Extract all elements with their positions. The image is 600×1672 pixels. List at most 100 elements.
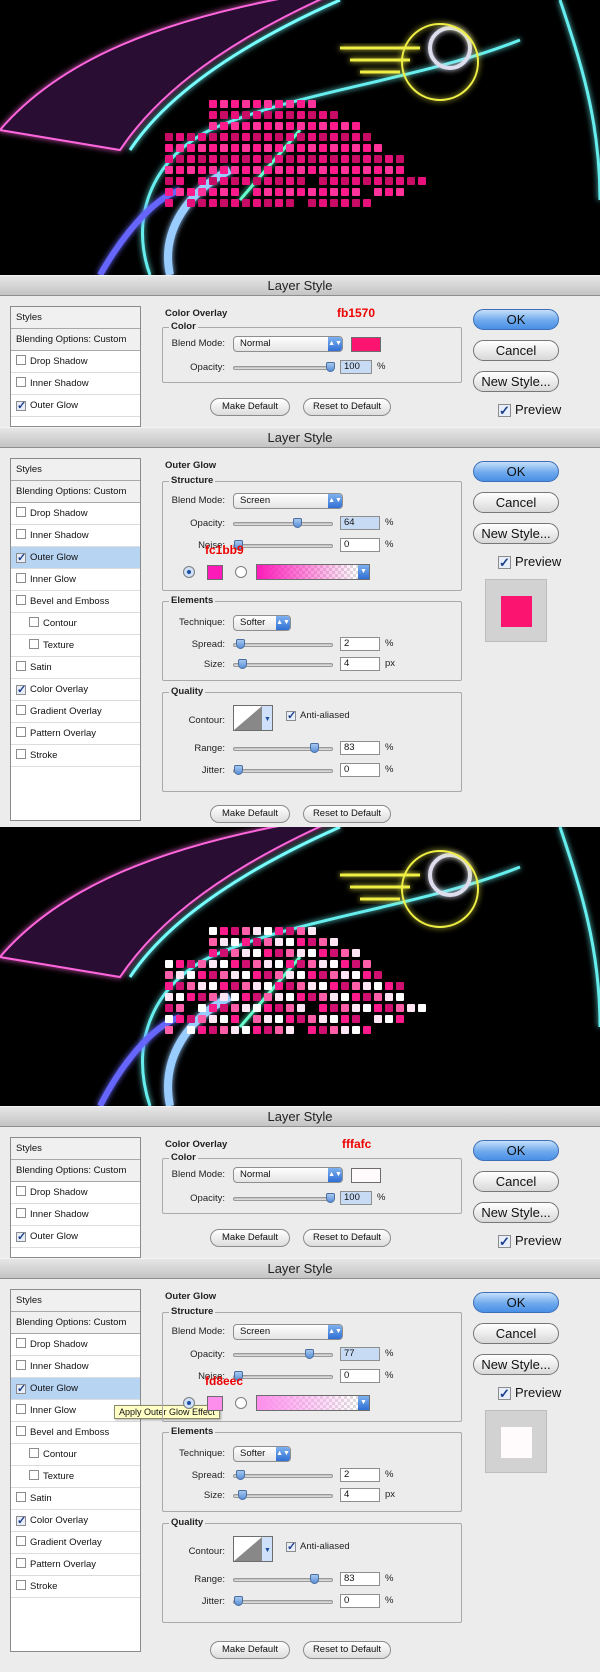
slider-thumb[interactable] xyxy=(326,1193,335,1203)
styles-list-header[interactable]: Styles xyxy=(11,1290,140,1312)
style-item-drop-shadow[interactable]: Drop Shadow xyxy=(11,351,140,373)
checkbox-checked[interactable]: ✓ xyxy=(286,1542,296,1553)
checkbox[interactable] xyxy=(16,1186,26,1196)
make-default-button[interactable]: Make Default xyxy=(210,1641,290,1659)
style-item-gradient-overlay[interactable]: Gradient Overlay xyxy=(11,1532,140,1554)
range-slider[interactable] xyxy=(233,1574,333,1584)
checkbox[interactable] xyxy=(29,1448,39,1458)
style-item-contour[interactable]: Contour xyxy=(11,613,140,635)
jitter-slider[interactable] xyxy=(233,1596,333,1606)
slider-thumb[interactable] xyxy=(292,518,302,528)
styles-list-header[interactable]: Styles xyxy=(11,1138,140,1160)
size-input[interactable]: 4 xyxy=(340,657,380,671)
checkbox-checked[interactable]: ✓ xyxy=(16,1384,26,1395)
style-item-pattern-overlay[interactable]: Pattern Overlay xyxy=(11,723,140,745)
preview-checkbox[interactable]: ✓ Preview xyxy=(498,1233,561,1248)
size-input[interactable]: 4 xyxy=(340,1488,380,1502)
slider-thumb[interactable] xyxy=(310,743,320,753)
style-item-outer-glow[interactable]: ✓ Outer Glow xyxy=(11,1226,140,1248)
blend-mode-select[interactable]: Normal ▲▼ xyxy=(233,1167,343,1183)
checkbox-checked[interactable]: ✓ xyxy=(498,404,511,417)
noise-slider[interactable] xyxy=(233,540,333,550)
make-default-button[interactable]: Make Default xyxy=(210,398,290,416)
style-item-satin[interactable]: Satin xyxy=(11,657,140,679)
slider-thumb[interactable] xyxy=(237,1490,247,1500)
style-item-texture[interactable]: Texture xyxy=(11,635,140,657)
anti-aliased-checkbox[interactable]: ✓ Anti-aliased xyxy=(286,710,350,722)
gradient-radio[interactable] xyxy=(235,1397,247,1409)
style-item-satin[interactable]: Satin xyxy=(11,1488,140,1510)
opacity-input[interactable]: 100 xyxy=(340,1191,372,1205)
cancel-button[interactable]: Cancel xyxy=(473,492,559,513)
style-item-outer-glow[interactable]: ✓ Outer Glow xyxy=(11,547,140,569)
checkbox[interactable] xyxy=(29,639,39,649)
checkbox[interactable] xyxy=(16,1426,26,1436)
blend-mode-select[interactable]: Screen ▲▼ xyxy=(233,1324,343,1340)
style-item-inner-glow[interactable]: Inner Glow xyxy=(11,569,140,591)
checkbox[interactable] xyxy=(16,595,26,605)
technique-select[interactable]: Softer ▲▼ xyxy=(233,1446,291,1462)
style-item-drop-shadow[interactable]: Drop Shadow xyxy=(11,1334,140,1356)
blending-options-item[interactable]: Blending Options: Custom xyxy=(11,1160,140,1182)
gradient-picker[interactable]: ▼ xyxy=(256,564,370,580)
checkbox[interactable] xyxy=(16,355,26,365)
checkbox-checked[interactable]: ✓ xyxy=(498,1387,511,1400)
range-slider[interactable] xyxy=(233,743,333,753)
style-item-contour[interactable]: Contour xyxy=(11,1444,140,1466)
contour-picker[interactable]: ▼ xyxy=(233,1536,273,1562)
gradient-picker[interactable]: ▼ xyxy=(256,1395,370,1411)
style-item-pattern-overlay[interactable]: Pattern Overlay xyxy=(11,1554,140,1576)
jitter-input[interactable]: 0 xyxy=(340,1594,380,1608)
checkbox[interactable] xyxy=(16,377,26,387)
checkbox[interactable] xyxy=(29,1470,39,1480)
new-style-button[interactable]: New Style... xyxy=(473,1354,559,1375)
slider-thumb[interactable] xyxy=(235,1470,245,1480)
spread-input[interactable]: 2 xyxy=(340,637,380,651)
size-slider[interactable] xyxy=(233,1490,333,1500)
checkbox[interactable] xyxy=(16,1208,26,1218)
slider-thumb[interactable] xyxy=(235,639,245,649)
range-input[interactable]: 83 xyxy=(340,1572,380,1586)
checkbox-checked[interactable]: ✓ xyxy=(498,556,511,569)
blending-options-item[interactable]: Blending Options: Custom xyxy=(11,329,140,351)
blend-mode-select[interactable]: Normal ▲▼ xyxy=(233,336,343,352)
slider-thumb[interactable] xyxy=(310,1574,320,1584)
style-item-texture[interactable]: Texture xyxy=(11,1466,140,1488)
glow-color-swatch[interactable] xyxy=(207,565,223,580)
make-default-button[interactable]: Make Default xyxy=(210,805,290,823)
reset-default-button[interactable]: Reset to Default xyxy=(303,1229,391,1247)
style-item-bevel-emboss[interactable]: Bevel and Emboss xyxy=(11,1422,140,1444)
ok-button[interactable]: OK xyxy=(473,309,559,330)
style-item-inner-shadow[interactable]: Inner Shadow xyxy=(11,373,140,395)
checkbox[interactable] xyxy=(16,1492,26,1502)
ok-button[interactable]: OK xyxy=(473,1292,559,1313)
checkbox[interactable] xyxy=(16,1360,26,1370)
checkbox-checked[interactable]: ✓ xyxy=(16,1232,26,1243)
make-default-button[interactable]: Make Default xyxy=(210,1229,290,1247)
cancel-button[interactable]: Cancel xyxy=(473,1323,559,1344)
opacity-slider[interactable] xyxy=(233,362,335,372)
checkbox-checked[interactable]: ✓ xyxy=(16,401,26,412)
noise-input[interactable]: 0 xyxy=(340,538,380,552)
cancel-button[interactable]: Cancel xyxy=(473,1171,559,1192)
style-item-stroke[interactable]: Stroke xyxy=(11,1576,140,1598)
noise-input[interactable]: 0 xyxy=(340,1369,380,1383)
solid-color-radio[interactable] xyxy=(183,566,195,578)
checkbox[interactable] xyxy=(16,1536,26,1546)
styles-list-header[interactable]: Styles xyxy=(11,459,140,481)
style-item-bevel-emboss[interactable]: Bevel and Emboss xyxy=(11,591,140,613)
solid-color-radio[interactable] xyxy=(183,1397,195,1409)
blend-mode-select[interactable]: Screen ▲▼ xyxy=(233,493,343,509)
checkbox[interactable] xyxy=(16,1338,26,1348)
styles-list-header[interactable]: Styles xyxy=(11,307,140,329)
slider-thumb[interactable] xyxy=(234,765,243,775)
range-input[interactable]: 83 xyxy=(340,741,380,755)
contour-picker[interactable]: ▼ xyxy=(233,705,273,731)
checkbox[interactable] xyxy=(29,617,39,627)
style-item-inner-shadow[interactable]: Inner Shadow xyxy=(11,525,140,547)
noise-slider[interactable] xyxy=(233,1371,333,1381)
reset-default-button[interactable]: Reset to Default xyxy=(303,398,391,416)
style-item-drop-shadow[interactable]: Drop Shadow xyxy=(11,1182,140,1204)
style-item-color-overlay[interactable]: ✓ Color Overlay xyxy=(11,1510,140,1532)
checkbox[interactable] xyxy=(16,705,26,715)
